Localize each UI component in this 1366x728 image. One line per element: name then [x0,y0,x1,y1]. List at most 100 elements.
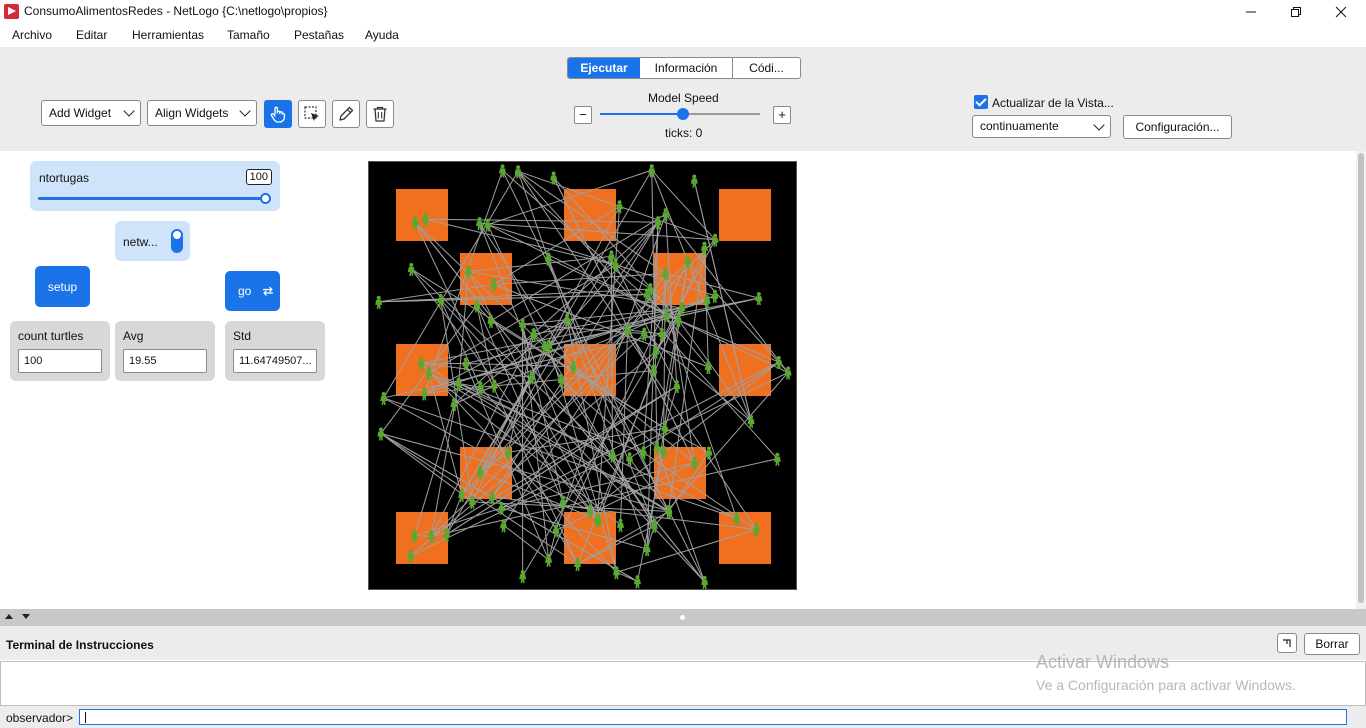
interact-mode-button[interactable] [264,100,292,128]
view-updates-label: Actualizar de la Vista... [992,96,1114,110]
turtle-person [704,360,712,374]
netlogo-app-icon [4,4,19,19]
command-input[interactable] [79,709,1347,725]
speed-decrease-button[interactable]: − [574,106,592,124]
splitter-handle[interactable] [680,615,685,620]
turtle-person [773,452,781,466]
switch-toggle[interactable] [171,229,183,253]
popout-icon [1283,639,1291,647]
update-mode-value: continuamente [980,119,1059,133]
close-icon[interactable] [1318,0,1364,24]
split-down-icon[interactable] [22,614,30,619]
speed-increase-button[interactable]: + [773,106,791,124]
netlogo-window: ConsumoAlimentosRedes - NetLogo {C:\netl… [0,0,1366,728]
settings-button[interactable]: Configuración... [1123,115,1232,139]
slider-track[interactable] [38,197,266,200]
menu-archivo[interactable]: Archivo [12,28,52,42]
setup-button[interactable]: setup [35,266,90,307]
menu-herramientas[interactable]: Herramientas [132,28,204,42]
scrollbar-thumb[interactable] [1358,153,1364,603]
ticks-counter: ticks: 0 [665,126,703,140]
go-button[interactable]: go [225,271,280,311]
clear-button[interactable]: Borrar [1304,633,1360,655]
turtle-person [407,262,415,276]
tab-bar: Ejecutar Información Códi... [567,57,801,79]
speed-slider-knob[interactable] [677,108,690,120]
turtle-person [633,575,641,589]
turtle-person [490,379,498,393]
terminal-title: Terminal de Instrucciones [6,638,154,652]
activation-watermark-title: Activar Windows [1036,652,1170,672]
turtle-person [545,553,553,567]
delete-mode-button[interactable] [366,100,394,128]
command-prompt-label: observador> [6,711,74,725]
setup-button-label: setup [47,279,78,294]
tab-ejecutar[interactable]: Ejecutar [568,58,640,78]
chevron-down-icon [1093,119,1105,131]
model-speed-label: Model Speed [648,91,719,105]
monitor-avg: Avg 19.55 [115,321,215,381]
toolbar: Ejecutar Información Códi... Add Widget … [0,47,1366,151]
align-widgets-label: Align Widgets [155,106,229,120]
speed-slider-fill [600,113,684,115]
network-link [414,221,546,347]
monitor-value: 100 [18,349,102,373]
switch-network[interactable]: netw... [115,221,190,261]
minimize-icon[interactable] [1228,0,1274,24]
tab-codigo[interactable]: Códi... [732,58,800,78]
monitor-name: count turtles [18,329,84,343]
network-link [479,205,620,473]
monitor-value: 19.55 [123,349,207,373]
menu-ayuda[interactable]: Ayuda [365,28,399,42]
menu-bar: Archivo Editar Herramientas Tamaño Pesta… [0,24,1366,46]
food-patch [396,189,448,241]
restore-icon[interactable] [1273,0,1319,24]
monitor-std: Std 11.64749507... [225,321,325,381]
activation-watermark-text: Ve a Configuración para activar Windows. [1036,677,1296,693]
menu-tamano[interactable]: Tamaño [227,28,270,42]
turtle-person [375,295,383,309]
world-canvas [375,164,792,589]
title-bar: ConsumoAlimentosRedes - NetLogo {C:\netl… [0,0,1366,24]
monitor-name: Std [233,329,252,343]
panel-splitter[interactable] [0,609,1366,626]
interface-scrollbar[interactable] [1356,151,1366,609]
split-up-icon[interactable] [5,614,13,619]
monitor-value: 11.64749507... [233,349,317,373]
turtle-person [755,292,763,306]
turtle-person [784,366,792,380]
go-button-label: go [238,284,252,298]
menu-editar[interactable]: Editar [76,28,107,42]
turtle-person [711,289,719,303]
turtle-person [616,518,624,532]
switch-name: netw... [123,235,158,249]
network-link [380,433,473,503]
edit-mode-button[interactable] [332,100,360,128]
view-updates-checkbox[interactable] [974,95,988,109]
select-mode-button[interactable] [298,100,326,128]
slider-knob[interactable] [260,193,271,204]
slider-name: ntortugas [39,171,90,185]
slider-value: 100 [245,169,272,185]
trash-icon [373,106,387,122]
hand-pointer-icon [270,106,286,123]
popout-button[interactable] [1277,633,1297,653]
align-widgets-dropdown[interactable]: Align Widgets [147,100,257,126]
monitor-count-turtles: count turtles 100 [10,321,110,381]
command-row: observador> [0,706,1366,728]
chevron-down-icon [123,105,135,117]
world-view[interactable] [368,161,797,590]
add-widget-label: Add Widget [49,106,112,120]
slider-ntortugas[interactable]: ntortugas 100 [30,161,280,211]
menu-pestanas[interactable]: Pestañas [294,28,344,42]
tab-informacion[interactable]: Información [640,58,732,78]
monitor-name: Avg [123,329,144,343]
window-title: ConsumoAlimentosRedes - NetLogo {C:\netl… [24,4,328,18]
chevron-down-icon [239,105,251,117]
update-mode-dropdown[interactable]: continuamente [972,115,1111,138]
forever-loop-icon [263,286,273,296]
network-link [453,221,659,405]
pencil-icon [339,106,354,121]
turtle-person [487,314,495,328]
add-widget-dropdown[interactable]: Add Widget [41,100,141,126]
